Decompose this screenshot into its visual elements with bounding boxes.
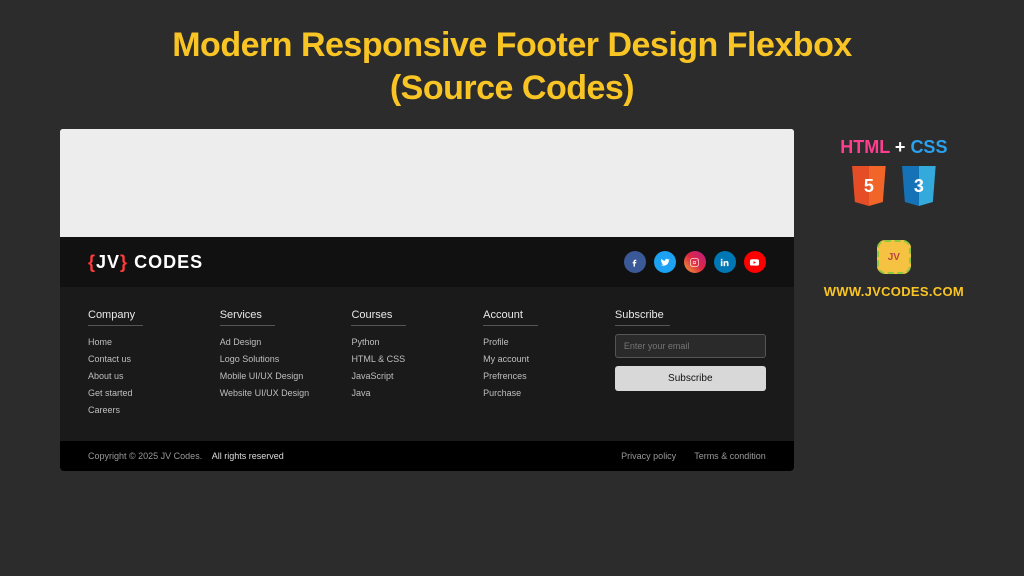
logo-brace-close: } bbox=[120, 252, 128, 272]
tech-badges: 5 3 bbox=[849, 166, 939, 212]
title-line-2: (Source Codes) bbox=[0, 67, 1024, 110]
css3-shield: 3 bbox=[899, 166, 939, 206]
logo-jv: JV bbox=[96, 252, 120, 272]
logo-codes: CODES bbox=[128, 252, 203, 272]
services-heading: Services bbox=[220, 309, 275, 326]
company-heading: Company bbox=[88, 309, 143, 326]
label-plus: + bbox=[890, 137, 911, 157]
copyright: Copyright © 2025 JV Codes. All rights re… bbox=[88, 451, 284, 461]
account-link-myaccount[interactable]: My account bbox=[483, 351, 591, 368]
html5-shield: 5 bbox=[849, 166, 889, 206]
html5-badge-icon: 5 bbox=[849, 166, 889, 212]
services-link-website[interactable]: Website UI/UX Design bbox=[220, 385, 328, 402]
jvcodes-logo-icon: JV bbox=[877, 240, 911, 274]
company-link-contact[interactable]: Contact us bbox=[88, 351, 196, 368]
subscribe-email-input[interactable] bbox=[615, 334, 766, 358]
footer-bottom-bar: Copyright © 2025 JV Codes. All rights re… bbox=[60, 441, 794, 471]
column-services: Services Ad Design Logo Solutions Mobile… bbox=[220, 305, 328, 419]
tech-label: HTML + CSS bbox=[840, 137, 947, 158]
column-courses: Courses Python HTML & CSS JavaScript Jav… bbox=[351, 305, 459, 419]
bottom-links: Privacy policy Terms & condition bbox=[621, 451, 766, 461]
company-link-home[interactable]: Home bbox=[88, 334, 196, 351]
courses-link-python[interactable]: Python bbox=[351, 334, 459, 351]
rights-text: All rights reserved bbox=[212, 451, 284, 461]
privacy-link[interactable]: Privacy policy bbox=[621, 451, 676, 461]
column-subscribe: Subscribe Subscribe bbox=[615, 305, 766, 419]
title-line-1: Modern Responsive Footer Design Flexbox bbox=[0, 24, 1024, 67]
account-heading: Account bbox=[483, 309, 538, 326]
account-link-prefs[interactable]: Prefrences bbox=[483, 368, 591, 385]
css3-badge-icon: 3 bbox=[899, 166, 939, 212]
facebook-icon[interactable] bbox=[624, 251, 646, 273]
copyright-text: Copyright © 2025 JV Codes. bbox=[88, 451, 202, 461]
column-company: Company Home Contact us About us Get sta… bbox=[88, 305, 196, 419]
logo-brace-open: { bbox=[88, 252, 96, 272]
courses-heading: Courses bbox=[351, 309, 406, 326]
company-link-careers[interactable]: Careers bbox=[88, 402, 196, 419]
courses-link-htmlcss[interactable]: HTML & CSS bbox=[351, 351, 459, 368]
youtube-icon[interactable] bbox=[744, 251, 766, 273]
company-link-about[interactable]: About us bbox=[88, 368, 196, 385]
footer-main: Company Home Contact us About us Get sta… bbox=[60, 287, 794, 441]
page-title: Modern Responsive Footer Design Flexbox … bbox=[0, 0, 1024, 109]
subscribe-button[interactable]: Subscribe bbox=[615, 366, 766, 391]
footer-top-bar: {JV} CODES bbox=[60, 237, 794, 287]
courses-link-java[interactable]: Java bbox=[351, 385, 459, 402]
services-link-logo[interactable]: Logo Solutions bbox=[220, 351, 328, 368]
courses-link-js[interactable]: JavaScript bbox=[351, 368, 459, 385]
social-icons bbox=[624, 251, 766, 273]
footer-preview: {JV} CODES Company Home Contact us About… bbox=[60, 129, 794, 471]
account-link-profile[interactable]: Profile bbox=[483, 334, 591, 351]
company-link-getstarted[interactable]: Get started bbox=[88, 385, 196, 402]
column-account: Account Profile My account Prefrences Pu… bbox=[483, 305, 591, 419]
services-link-mobile[interactable]: Mobile UI/UX Design bbox=[220, 368, 328, 385]
linkedin-icon[interactable] bbox=[714, 251, 736, 273]
preview-blank-area bbox=[60, 129, 794, 237]
account-link-purchase[interactable]: Purchase bbox=[483, 385, 591, 402]
instagram-icon[interactable] bbox=[684, 251, 706, 273]
terms-link[interactable]: Terms & condition bbox=[694, 451, 766, 461]
subscribe-heading: Subscribe bbox=[615, 309, 670, 326]
label-css: CSS bbox=[910, 137, 947, 157]
services-link-ad[interactable]: Ad Design bbox=[220, 334, 328, 351]
twitter-icon[interactable] bbox=[654, 251, 676, 273]
footer-logo: {JV} CODES bbox=[88, 252, 203, 273]
sidebar: HTML + CSS 5 3 JV WWW.JVCODES.COM bbox=[824, 129, 964, 471]
label-html: HTML bbox=[840, 137, 890, 157]
site-url: WWW.JVCODES.COM bbox=[824, 284, 964, 299]
